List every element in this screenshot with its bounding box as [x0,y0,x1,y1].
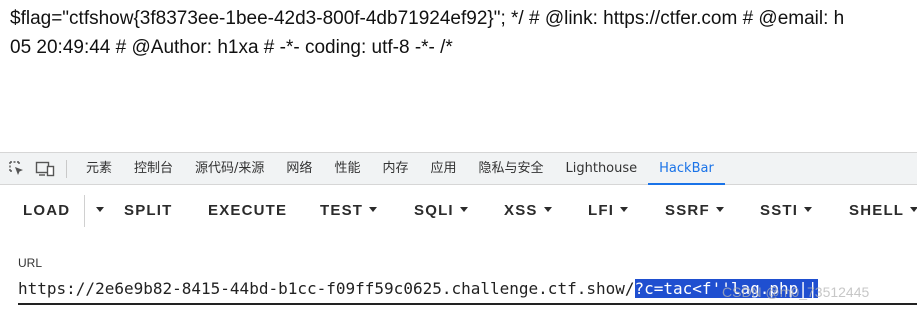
test-menu-button[interactable]: TEST [320,193,378,229]
output-line-2: 05 20:49:44 # @Author: h1xa # -*- coding… [10,37,453,58]
toolbar-divider [66,159,67,178]
lfi-menu-label: LFI [588,202,615,219]
ssti-menu-button[interactable]: SSTI [760,193,813,229]
caret-down-icon [620,206,629,212]
caret-down-icon [96,206,104,212]
tab-network[interactable]: 网络 [275,153,323,184]
tab-console[interactable]: 控制台 [123,153,184,184]
tab-lighthouse[interactable]: Lighthouse [555,153,649,184]
xss-menu-button[interactable]: XSS [504,193,552,229]
ssrf-menu-button[interactable]: SSRF [665,193,724,229]
url-input[interactable]: https://2e6e9b82-8415-44bd-b1cc-f09ff59c… [18,275,917,305]
tab-application[interactable]: 应用 [419,153,467,184]
load-options-button[interactable] [90,193,104,229]
devtools-panel: 元素 控制台 源代码/来源 网络 性能 内存 应用 隐私与安全 Lighthou… [0,152,917,312]
ssrf-menu-label: SSRF [665,202,710,219]
device-toggle-icon[interactable] [34,158,56,180]
tab-sources[interactable]: 源代码/来源 [184,153,275,184]
url-prefix-text: https://2e6e9b82-8415-44bd-b1cc-f09ff59c… [18,279,635,298]
tab-hackbar[interactable]: HackBar [648,153,725,185]
load-divider [84,195,85,227]
sqli-menu-label: SQLI [414,202,454,219]
caret-down-icon [369,206,378,212]
sqli-menu-button[interactable]: SQLI [414,193,468,229]
output-line-1: $flag="ctfshow{3f8373ee-1bee-42d3-800f-4… [10,8,845,29]
tab-elements[interactable]: 元素 [75,153,123,184]
caret-down-icon [910,206,917,212]
execute-button[interactable]: EXECUTE [208,193,287,229]
caret-down-icon [543,206,552,212]
lfi-menu-button[interactable]: LFI [588,193,629,229]
element-picker-icon[interactable] [6,158,28,180]
tab-performance[interactable]: 性能 [323,153,371,184]
url-selected-text: ?c=tac<f''lag.php|| [634,279,818,298]
page-output: $flag="ctfshow{3f8373ee-1bee-42d3-800f-4… [0,0,917,150]
tab-memory[interactable]: 内存 [371,153,419,184]
shell-menu-button[interactable]: SHELL [849,193,917,229]
caret-down-icon [715,206,724,212]
devtools-tabbar: 元素 控制台 源代码/来源 网络 性能 内存 应用 隐私与安全 Lighthou… [0,153,917,185]
split-button[interactable]: SPLIT [124,193,173,229]
test-menu-label: TEST [320,202,364,219]
url-label: URL [18,256,43,270]
load-button[interactable]: LOAD [23,193,70,229]
tab-privacy-security[interactable]: 隐私与安全 [467,153,554,184]
hackbar-toolbar: LOAD SPLIT EXECUTE TEST SQLI XSS LFI SSR… [0,193,917,229]
shell-menu-label: SHELL [849,202,905,219]
caret-down-icon [804,206,813,212]
ssti-menu-label: SSTI [760,202,799,219]
xss-menu-label: XSS [504,202,538,219]
caret-down-icon [459,206,468,212]
